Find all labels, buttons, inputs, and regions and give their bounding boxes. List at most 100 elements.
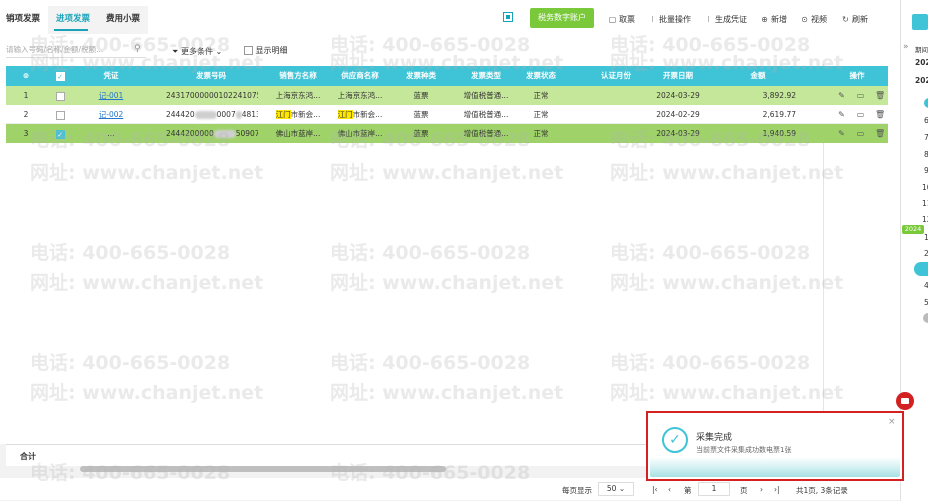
table-row[interactable]: 1 记-001 24317000000102241075 上海京东鸿... 上海… [6,86,888,105]
video-label: 视频 [811,15,827,24]
invoice-number-part: 0007 [216,110,236,119]
invoice-number-part: 48138 [241,110,258,119]
show-detail-toggle[interactable]: 显示明细 [244,45,288,56]
prev-page-icon[interactable]: ‹ [668,485,671,494]
table-row[interactable]: 3 ✓ ... 2444200000 5090793 佛山市蓝岸... 佛山市蓝岸… [6,124,888,143]
voucher-link[interactable]: 记-002 [86,105,136,123]
app-window: 销项发票 进项发票 费用小票 税务数字账户 ▢ 取票 ⁝ 批量操作 ⁝ 生成凭证 ⊕ 新… [0,0,928,501]
qr-code-icon[interactable] [503,12,513,22]
supplier-name: 佛山市蓝岸... [337,129,383,138]
panel-toggle-button[interactable] [912,14,928,30]
trash-icon[interactable]: 🗑 [875,110,885,119]
search-icon[interactable]: ⚲ [134,44,141,54]
period-year[interactable]: 202 [915,76,928,85]
total-records: 共1页, 3条记录 [796,486,848,495]
header-type: 发票类型 [471,71,501,80]
voucher-link[interactable]: ... [86,124,136,143]
voucher-link[interactable]: 记-001 [86,86,136,105]
supplier-name-rest: 市新会... [352,110,383,119]
close-icon[interactable]: × [888,417,896,427]
row-operations: ✎ ▭ 🗑 [832,105,888,123]
video-button[interactable]: ⊙ 视频 [800,14,827,25]
period-marker-gray [923,313,928,323]
row-checkbox[interactable] [55,91,65,101]
period-month[interactable]: 7 [924,133,928,142]
collapse-icon[interactable]: » [903,42,909,52]
page-prefix: 第 [684,486,692,495]
period-month[interactable]: 10 [922,183,928,192]
header-amount: 金额 [750,71,766,80]
period-month[interactable]: 5 [924,298,928,307]
invoice-type: 增值税普通... [463,129,509,138]
edit-doc-icon[interactable]: ✎ [837,110,846,119]
table-row[interactable]: 2 记-002 244420000748138 江门市新会... 江门市新会..… [6,105,888,124]
year-tag: 2024 [902,225,924,234]
supplier-name: 江门市新会... [330,105,390,123]
folder-icon[interactable]: ▭ [856,129,865,138]
period-month[interactable]: 12 [922,215,928,224]
horizontal-scrollbar[interactable] [80,466,446,472]
highlighted-text: 江门 [275,110,291,119]
generate-voucher-button[interactable]: ⁝ 生成凭证 [704,14,747,25]
first-page-icon[interactable]: |‹ [652,485,658,494]
period-month[interactable]: 9 [924,166,928,175]
period-year[interactable]: 202 [915,58,928,67]
last-page-icon[interactable]: ›| [774,485,780,494]
selected-period-pill[interactable] [914,262,928,276]
row-select[interactable]: ✓ [50,124,70,143]
folder-icon[interactable]: ▭ [856,91,865,100]
cancel-ticket-button[interactable]: ▢ 取票 [608,14,635,25]
chevron-down-icon: ⌄ [618,484,626,493]
period-month[interactable]: 11 [922,199,928,208]
page-suffix: 页 [740,486,748,495]
more-conditions-button[interactable]: ⏷ 更多条件 ⌄ [172,46,222,57]
page-input[interactable]: 1 [698,482,730,496]
period-marker [924,98,928,108]
annotation-marker [896,392,914,410]
row-checkbox-checked[interactable]: ✓ [55,129,65,139]
tab-sales-invoice[interactable]: 销项发票 [6,12,40,24]
chevron-down-icon: ⌄ [215,47,223,56]
period-month[interactable]: 8 [924,150,928,159]
invoice-number-part: 244420 [166,110,195,119]
refresh-button[interactable]: ↻ 刷新 [841,14,868,25]
refresh-icon: ↻ [842,15,849,24]
header-select-all[interactable]: ✓ [50,66,70,86]
period-month[interactable]: 4 [924,281,928,290]
row-index: 3 [23,129,29,138]
search-input[interactable]: 请输入号码/名称/金额/税额... [6,42,146,58]
row-checkbox[interactable] [55,110,65,120]
header-operation: 操作 [849,71,865,80]
auth-month [586,105,646,123]
period-header: 期间 [915,46,928,54]
invoice-status: 正常 [533,91,549,100]
active-tab-underline [54,29,88,31]
tab-expense-receipt[interactable]: 费用小票 [106,12,140,24]
folder-icon[interactable]: ▭ [856,110,865,119]
trash-icon[interactable]: 🗑 [875,129,885,138]
select-all-checkbox[interactable]: ✓ [55,71,65,81]
trash-icon[interactable]: 🗑 [875,91,885,100]
per-page-select[interactable]: 50 ⌄ [598,482,634,496]
plus-circle-icon: ⊕ [761,15,768,24]
row-select[interactable] [50,86,70,105]
table-header: ⊚ ✓ 凭证 发票号码 销售方名称 供应商名称 发票种类 发票类型 发票状态 认… [6,66,888,86]
period-month[interactable]: 2 [924,249,928,258]
batch-operation-button[interactable]: ⁝ 批量操作 [648,14,691,25]
show-detail-checkbox[interactable] [244,46,253,55]
next-page-icon[interactable]: › [760,485,763,494]
period-month[interactable]: 6 [924,116,928,125]
tax-digital-account-button[interactable]: 税务数字账户 [530,8,594,28]
add-button[interactable]: ⊕ 新增 [760,14,787,25]
tab-purchase-invoice[interactable]: 进项发票 [56,12,90,24]
row-select[interactable] [50,105,70,123]
refresh-label: 刷新 [852,15,868,24]
edit-doc-icon[interactable]: ✎ [837,91,846,100]
supplier-name: 上海京东鸿... [337,91,383,100]
period-month[interactable]: 1 [924,233,928,242]
edit-doc-icon[interactable]: ✎ [837,129,846,138]
invoice-number: 2444200000 5090793 [166,124,258,143]
top-tab-bar: 销项发票 进项发票 费用小票 税务数字账户 ▢ 取票 ⁝ 批量操作 ⁝ 生成凭证 ⊕ 新… [0,0,900,36]
seller-name: 江门市新会... [268,105,328,123]
row-index: 2 [23,110,29,119]
